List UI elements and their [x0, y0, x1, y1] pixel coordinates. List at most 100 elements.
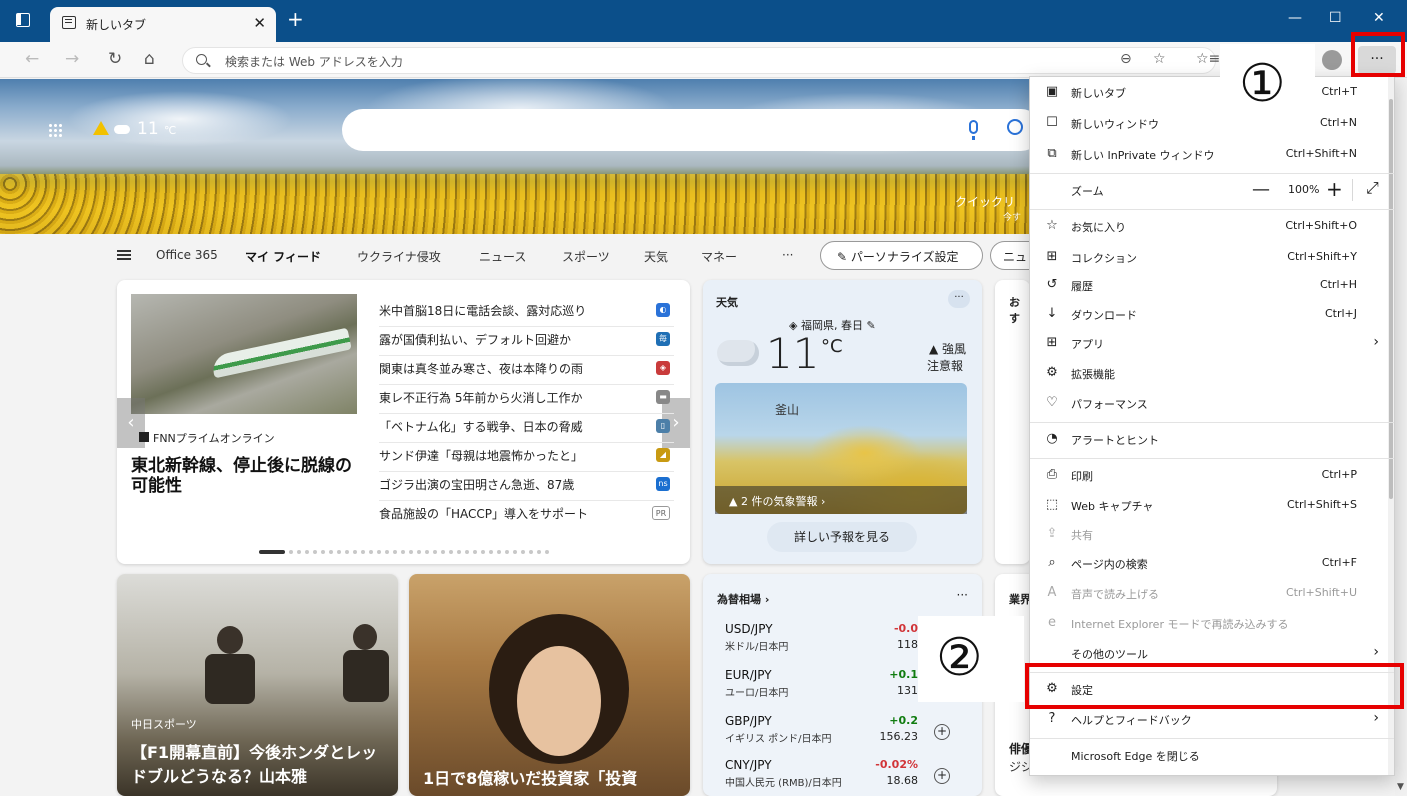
zoom-in-button[interactable]: +: [1326, 177, 1343, 201]
carousel-dot[interactable]: [353, 550, 357, 554]
menu-item-print[interactable]: ⎙ 印刷 Ctrl+P: [1030, 460, 1394, 491]
weather-map[interactable]: 釜山 ▲ 2 件の気象警報 ›: [715, 383, 967, 514]
hero-temperature[interactable]: 11 ℃: [137, 119, 176, 139]
news-image[interactable]: [131, 294, 357, 414]
search-icon[interactable]: [1007, 119, 1023, 135]
carousel-dot[interactable]: [529, 550, 533, 554]
tab-weather[interactable]: 天気: [644, 248, 668, 265]
fullscreen-icon[interactable]: ⤢: [1366, 178, 1379, 198]
carousel-dot[interactable]: [385, 550, 389, 554]
menu-item-favorites[interactable]: ☆ お気に入り Ctrl+Shift+O: [1030, 211, 1394, 242]
tab-office-365[interactable]: Office 365: [156, 248, 218, 262]
carousel-dot[interactable]: [505, 550, 509, 554]
carousel-dot[interactable]: [369, 550, 373, 554]
carousel-dot[interactable]: [259, 550, 285, 554]
tab-actions-icon[interactable]: [16, 13, 30, 27]
carousel-dot[interactable]: [305, 550, 309, 554]
maximize-button[interactable]: ☐: [1329, 10, 1342, 26]
carousel-dot[interactable]: [457, 550, 461, 554]
home-button[interactable]: ⌂: [144, 50, 155, 68]
back-button[interactable]: ←: [25, 50, 39, 68]
carousel-dot[interactable]: [393, 550, 397, 554]
carousel-dot[interactable]: [417, 550, 421, 554]
news-item[interactable]: 米中首脳18日に電話会談、露対応巡り ◐: [379, 298, 674, 327]
photo-news-card[interactable]: 中日スポーツ 【F1開幕直前】今後ホンダとレッドブルどうなる？山本雅: [117, 574, 398, 796]
carousel-dot[interactable]: [321, 550, 325, 554]
currency-title[interactable]: 為替相場 ›: [717, 591, 769, 607]
new-tab-button[interactable]: +: [287, 9, 304, 29]
currency-row[interactable]: GBP/JPY イギリス ポンド/日本円 +0.2 156.23 +: [717, 714, 972, 758]
tab-sports[interactable]: スポーツ: [562, 248, 610, 265]
carousel-dot[interactable]: [345, 550, 349, 554]
carousel-dot[interactable]: [337, 550, 341, 554]
tab-close-icon[interactable]: ✕: [253, 14, 266, 32]
favorites-icon[interactable]: ☆≡: [1196, 51, 1220, 67]
carousel-dot[interactable]: [329, 550, 333, 554]
currency-row[interactable]: CNY/JPY 中国人民元 (RMB)/日本円 -0.02% 18.68 +: [717, 758, 972, 796]
add-favorite-icon[interactable]: ☆: [1153, 51, 1166, 67]
news-button[interactable]: ニュ: [990, 241, 1030, 270]
add-currency-icon[interactable]: +: [934, 768, 950, 784]
personalize-button[interactable]: ✎ パーソナライズ設定: [820, 241, 983, 270]
news-item[interactable]: ゴジラ出演の宝田明さん急逝、87歳 ns: [379, 472, 674, 501]
forecast-button[interactable]: 詳しい予報を見る: [767, 522, 917, 552]
carousel-dot[interactable]: [521, 550, 525, 554]
news-item[interactable]: 食品施設の「HACCP」導入をサポート PR: [379, 501, 674, 530]
menu-item-alerts[interactable]: ◔ アラートとヒント: [1030, 424, 1394, 455]
carousel-dot[interactable]: [489, 550, 493, 554]
weather-alert-bar[interactable]: ▲ 2 件の気象警報 ›: [715, 486, 967, 514]
scroll-down-icon[interactable]: ▼: [1397, 782, 1404, 792]
menu-item-downloads[interactable]: ↓ ダウンロード Ctrl+J: [1030, 299, 1394, 330]
web-search-box[interactable]: [342, 109, 1042, 151]
menu-item-collections[interactable]: ⊞ コレクション Ctrl+Shift+Y: [1030, 242, 1394, 273]
carousel-dot[interactable]: [297, 550, 301, 554]
menu-item-web-capture[interactable]: ⬚ Web キャプチャ Ctrl+Shift+S: [1030, 490, 1394, 521]
minimize-button[interactable]: —: [1288, 10, 1302, 26]
carousel-dot[interactable]: [513, 550, 517, 554]
menu-item-apps[interactable]: ⊞ アプリ ›: [1030, 328, 1394, 359]
photo-news-card[interactable]: 1日で8億稼いだ投資家「投資: [409, 574, 690, 796]
refresh-button[interactable]: ↻: [108, 50, 122, 68]
address-bar[interactable]: 検索または Web アドレスを入力 ⊖ ☆ ☆≡: [182, 47, 1220, 74]
carousel-dot[interactable]: [481, 550, 485, 554]
carousel-dot[interactable]: [401, 550, 405, 554]
carousel-dot[interactable]: [465, 550, 469, 554]
tab-ukraine[interactable]: ウクライナ侵攻: [357, 248, 441, 265]
carousel-dot[interactable]: [409, 550, 413, 554]
menu-item-inprivate[interactable]: ⧉ 新しい InPrivate ウィンドウ Ctrl+Shift+N: [1030, 139, 1394, 170]
profile-avatar[interactable]: [1322, 50, 1342, 70]
microphone-icon[interactable]: [969, 120, 978, 140]
tab-more[interactable]: ···: [782, 248, 793, 262]
carousel-dot[interactable]: [545, 550, 549, 554]
app-launcher-icon[interactable]: [48, 123, 62, 137]
add-currency-icon[interactable]: +: [934, 724, 950, 740]
carousel-dot[interactable]: [497, 550, 501, 554]
zoom-out-button[interactable]: —: [1252, 179, 1270, 200]
close-window-button[interactable]: ✕: [1373, 10, 1385, 26]
news-item[interactable]: サンド伊達「母親は地震怖かったと」 ◢: [379, 443, 674, 472]
tab-money[interactable]: マネー: [701, 248, 737, 265]
weather-alert-sub[interactable]: 注意報: [927, 357, 963, 374]
carousel-dot[interactable]: [449, 550, 453, 554]
menu-item-new-tab[interactable]: ▣ 新しいタブ Ctrl+T: [1030, 77, 1394, 108]
menu-item-history[interactable]: ↺ 履歴 Ctrl+H: [1030, 270, 1394, 301]
carousel-dot[interactable]: [425, 550, 429, 554]
menu-item-new-window[interactable]: ☐ 新しいウィンドウ Ctrl+N: [1030, 108, 1394, 139]
menu-item-find[interactable]: ⌕ ページ内の検索 Ctrl+F: [1030, 548, 1394, 579]
forward-button[interactable]: →: [65, 50, 79, 68]
menu-item-performance[interactable]: ♡ パフォーマンス: [1030, 388, 1394, 419]
news-item[interactable]: 関東は真冬並み寒さ、夜は本降りの雨 ◈: [379, 356, 674, 385]
carousel-dot[interactable]: [313, 550, 317, 554]
tab-news[interactable]: ニュース: [479, 248, 526, 265]
quicklinks-label[interactable]: クイックリ: [955, 193, 1015, 210]
menu-item-extensions[interactable]: ⚙ 拡張機能: [1030, 358, 1394, 389]
currency-more-button[interactable]: ···: [957, 588, 968, 602]
carousel-dot[interactable]: [441, 550, 445, 554]
news-item[interactable]: 「ベトナム化」する戦争、日本の脅威 ▯: [379, 414, 674, 443]
zoom-icon[interactable]: ⊖: [1120, 51, 1132, 67]
carousel-dot[interactable]: [537, 550, 541, 554]
weather-alert[interactable]: ▲ 強風: [929, 340, 966, 357]
news-item[interactable]: 露が国債利払い、デフォルト回避か 毎: [379, 327, 674, 356]
menu-item-close-edge[interactable]: Microsoft Edge を閉じる: [1030, 740, 1394, 771]
tab-new-tab[interactable]: 新しいタブ ✕: [50, 7, 276, 42]
